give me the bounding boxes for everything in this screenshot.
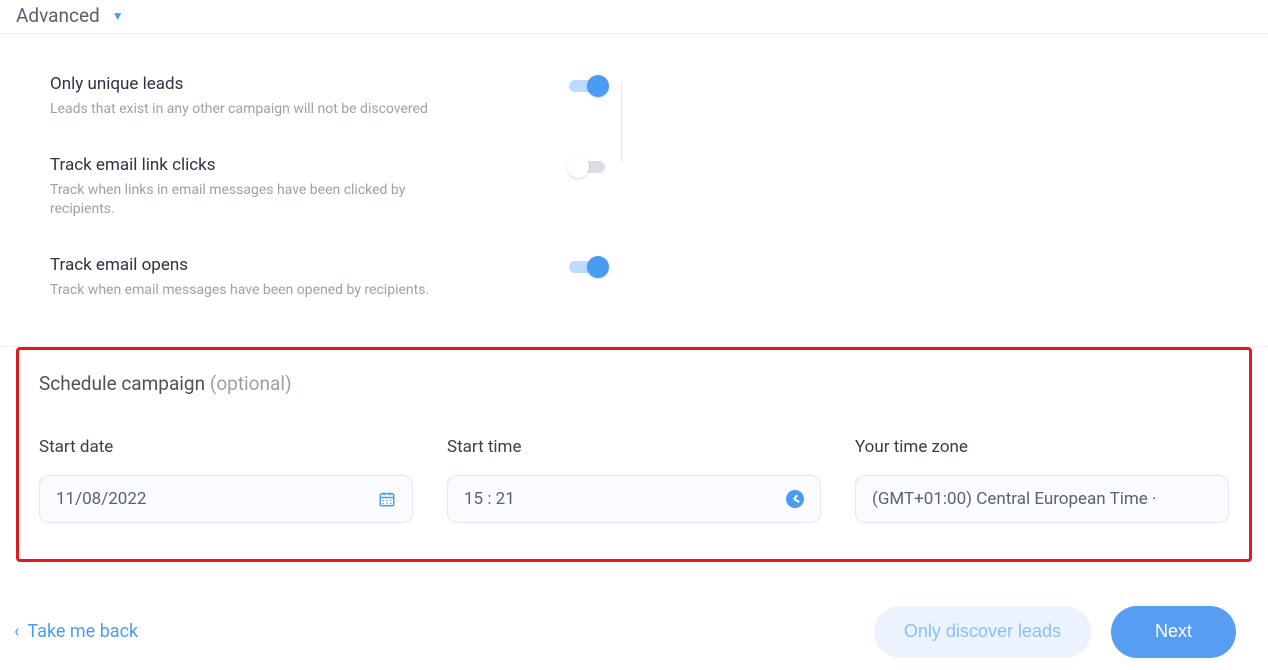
setting-description: Track when links in email messages have … — [50, 181, 470, 219]
schedule-heading-text: Schedule campaign — [39, 372, 205, 395]
clock-icon — [786, 490, 804, 508]
start-date-input[interactable]: 11/08/2022 — [39, 475, 413, 523]
setting-track-opens: Track email opens Track when email messa… — [50, 249, 605, 310]
setting-track-clicks: Track email link clicks Track when links… — [50, 149, 605, 249]
setting-description: Leads that exist in any other campaign w… — [50, 100, 428, 119]
only-discover-leads-button[interactable]: Only discover leads — [874, 606, 1091, 658]
advanced-title: Advanced — [16, 4, 100, 27]
start-date-field: Start date 11/08/2022 — [39, 437, 413, 523]
start-date-value: 11/08/2022 — [56, 489, 146, 509]
field-label: Start time — [447, 437, 821, 457]
timezone-field: Your time zone (GMT+01:00) Central Europ… — [855, 437, 1229, 523]
timezone-select[interactable]: (GMT+01:00) Central European Time · — [855, 475, 1229, 523]
setting-title: Only unique leads — [50, 74, 428, 94]
toggle-track-clicks[interactable] — [569, 161, 605, 173]
setting-title: Track email link clicks — [50, 155, 470, 175]
toggle-unique-leads[interactable] — [569, 80, 605, 92]
schedule-optional-label: (optional) — [210, 372, 292, 395]
advanced-section-toggle[interactable]: Advanced ▼ — [16, 0, 1252, 33]
schedule-campaign-section: Schedule campaign (optional) Start date … — [16, 347, 1252, 562]
timezone-value: (GMT+01:00) Central European Time · — [872, 489, 1156, 509]
toggle-track-opens[interactable] — [569, 261, 605, 273]
setting-description: Track when email messages have been open… — [50, 281, 429, 300]
advanced-settings: Only unique leads Leads that exist in an… — [16, 34, 1252, 346]
vertical-divider — [621, 82, 622, 162]
back-link-label: Take me back — [27, 621, 138, 642]
schedule-heading: Schedule campaign (optional) — [39, 372, 1229, 395]
calendar-icon — [378, 490, 396, 508]
take-me-back-link[interactable]: ‹ Take me back — [14, 621, 138, 642]
next-button[interactable]: Next — [1111, 606, 1236, 658]
setting-title: Track email opens — [50, 255, 429, 275]
start-time-input[interactable]: 15 : 21 — [447, 475, 821, 523]
chevron-down-icon: ▼ — [112, 9, 124, 23]
field-label: Start date — [39, 437, 413, 457]
setting-unique-leads: Only unique leads Leads that exist in an… — [50, 68, 605, 149]
start-time-field: Start time 15 : 21 — [447, 437, 821, 523]
chevron-left-icon: ‹ — [14, 621, 19, 642]
field-label: Your time zone — [855, 437, 1229, 457]
start-time-value: 15 : 21 — [464, 489, 515, 509]
